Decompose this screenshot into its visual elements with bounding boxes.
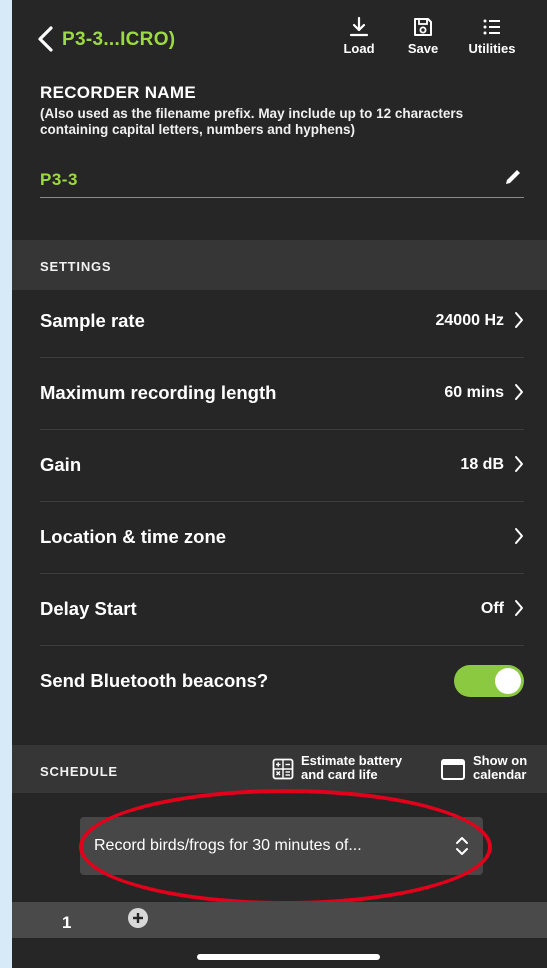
recorder-name-field[interactable]: P3-3 — [40, 170, 78, 190]
chevron-right-icon — [515, 384, 523, 400]
home-indicator[interactable] — [197, 954, 380, 960]
setting-row-gain[interactable]: Gain 18 dB — [40, 429, 524, 502]
period-number: 1 — [62, 913, 72, 932]
chevron-right-icon — [515, 528, 523, 544]
schedule-select-value: Record birds/frogs for 30 minutes of... — [94, 837, 362, 854]
app-screen: P3-3...ICRO) Load Save Utilities RECORDE… — [12, 0, 547, 968]
recorder-name-help: (Also used as the filename prefix. May i… — [40, 106, 464, 137]
calendar-icon — [441, 759, 465, 780]
recorder-name-underline — [40, 197, 524, 198]
setting-row-location-time-zone[interactable]: Location & time zone — [40, 501, 524, 574]
bluetooth-label: Send Bluetooth beacons? — [40, 670, 269, 691]
sample-rate-value: 24000 Hz — [435, 312, 505, 329]
calendar-line-1: Show on — [473, 753, 528, 768]
plus-icon — [133, 913, 143, 923]
estimate-line-2: and card life — [301, 767, 378, 782]
schedule-select[interactable]: Record birds/frogs for 30 minutes of... — [80, 817, 483, 875]
load-label: Load — [343, 41, 375, 56]
delay-start-label: Delay Start — [40, 598, 137, 619]
recorder-name-heading: RECORDER NAME — [40, 83, 196, 102]
top-bar: P3-3...ICRO) Load Save Utilities — [12, 0, 547, 76]
list-icon — [483, 19, 500, 35]
settings-heading: SETTINGS — [40, 259, 112, 274]
chevron-up-down-icon — [456, 837, 468, 855]
schedule-section-header: SCHEDULE Estimate battery and card life — [12, 745, 547, 793]
page-title[interactable]: P3-3...ICRO) — [62, 29, 175, 51]
chevron-right-icon — [515, 312, 523, 328]
location-label: Location & time zone — [40, 526, 227, 547]
settings-section-header: SETTINGS — [12, 240, 547, 290]
save-label: Save — [407, 41, 439, 56]
utilities-label: Utilities — [468, 41, 516, 56]
setting-row-sample-rate[interactable]: Sample rate 24000 Hz — [40, 285, 524, 358]
estimate-line-1: Estimate battery — [301, 753, 403, 768]
save-icon — [414, 18, 432, 36]
gain-label: Gain — [40, 454, 82, 475]
download-icon — [349, 16, 369, 37]
utilities-button[interactable]: Utilities — [462, 16, 522, 56]
max-length-value: 60 mins — [444, 384, 504, 401]
calculator-icon — [272, 758, 294, 780]
bluetooth-toggle[interactable] — [454, 665, 524, 697]
add-period-button[interactable] — [128, 908, 148, 928]
schedule-heading: SCHEDULE — [40, 764, 118, 779]
setting-row-bluetooth-beacons: Send Bluetooth beacons? — [40, 645, 524, 717]
setting-row-delay-start[interactable]: Delay Start Off — [40, 573, 524, 646]
toggle-knob — [495, 668, 521, 694]
sample-rate-label: Sample rate — [40, 310, 145, 331]
gain-value: 18 dB — [460, 456, 504, 473]
max-length-label: Maximum recording length — [40, 382, 277, 403]
calendar-line-2: calendar — [473, 767, 527, 782]
setting-row-max-recording-length[interactable]: Maximum recording length 60 mins — [40, 357, 524, 430]
save-button[interactable]: Save — [393, 16, 453, 56]
chevron-right-icon — [515, 456, 523, 472]
load-button[interactable]: Load — [329, 16, 389, 56]
back-chevron-icon[interactable] — [34, 24, 58, 54]
schedule-period-strip — [12, 902, 547, 938]
delay-start-value: Off — [480, 600, 504, 617]
pencil-icon[interactable] — [502, 166, 524, 188]
chevron-right-icon — [515, 600, 523, 616]
